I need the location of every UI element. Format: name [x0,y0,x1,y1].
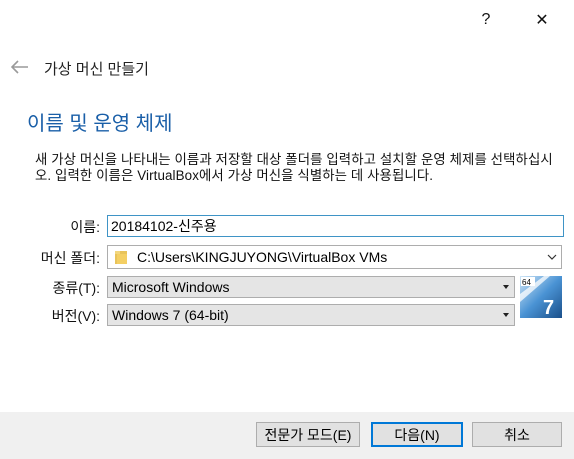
folder-icon [115,251,127,264]
os-icon-number-text: 7 [543,297,554,318]
name-input[interactable]: 20184102-신주용 [107,215,564,237]
type-label: 종류(T): [52,280,100,296]
type-value: Microsoft Windows [112,279,230,295]
page-title: 이름 및 운영 체제 [27,113,173,135]
dropdown-arrow-icon[interactable] [503,285,509,289]
os-icon-badge-text: 64 [522,278,531,287]
version-select[interactable]: Windows 7 (64-bit) [107,304,515,326]
help-button[interactable]: ? [466,6,506,34]
next-button[interactable]: 다음(N) [371,422,463,447]
expert-mode-button[interactable]: 전문가 모드(E) [256,422,360,447]
cancel-button[interactable]: 취소 [472,422,562,447]
version-value: Windows 7 (64-bit) [112,307,229,323]
version-label: 버전(V): [51,308,100,324]
back-arrow-icon[interactable] [8,56,32,78]
wizard-title: 가상 머신 만들기 [44,61,149,78]
description-text: 새 가상 머신을 나타내는 이름과 저장할 대상 폴더를 입력하고 설치할 운영… [35,152,553,183]
type-select[interactable]: Microsoft Windows [107,276,515,298]
folder-path-text: C:\Users\KINGJUYONG\VirtualBox VMs [137,249,388,265]
name-label: 이름: [70,219,100,235]
dropdown-arrow-icon[interactable] [503,313,509,317]
windows-7-os-icon: 64 7 [520,276,562,318]
chevron-down-icon[interactable] [547,252,557,262]
close-button[interactable]: ✕ [522,6,562,34]
folder-label: 머신 폴더: [40,250,100,266]
folder-combobox[interactable]: C:\Users\KINGJUYONG\VirtualBox VMs [107,245,562,269]
